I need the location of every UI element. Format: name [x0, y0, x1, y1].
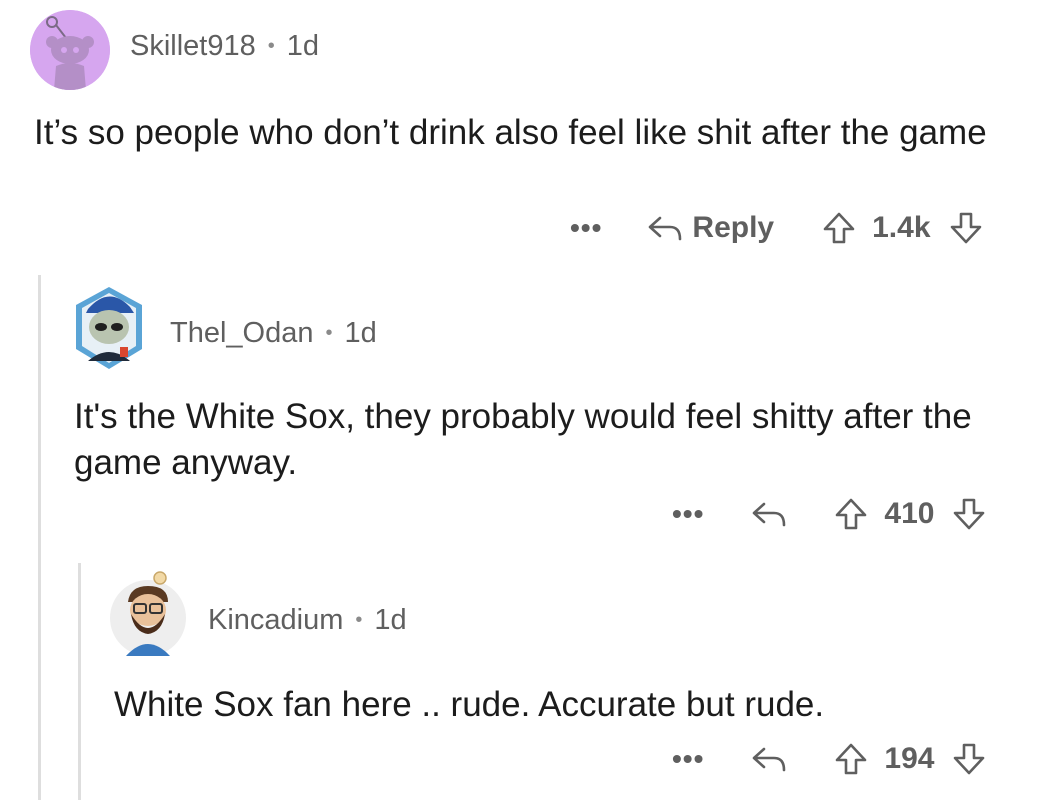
comment-meta: Skillet918 • 1d: [130, 30, 319, 63]
more-options-button[interactable]: •••: [570, 212, 602, 244]
comment-age: 1d: [374, 604, 407, 636]
upvote-arrow-icon[interactable]: [822, 211, 856, 245]
comment-meta: Kincadium • 1d: [208, 604, 407, 637]
reply-label: Reply: [692, 211, 775, 244]
thread-line-level-1[interactable]: [38, 275, 41, 800]
comment-body: It's the White Sox, they probably would …: [74, 397, 972, 482]
meta-separator: •: [267, 35, 275, 57]
more-options-button[interactable]: •••: [672, 498, 704, 530]
upvote-arrow-icon[interactable]: [834, 742, 868, 776]
downvote-arrow-icon[interactable]: [952, 497, 986, 531]
more-options-button[interactable]: •••: [672, 743, 704, 775]
comment-actions: ••• Reply 1.4k: [570, 211, 983, 245]
downvote-arrow-icon[interactable]: [952, 742, 986, 776]
alien-avatar-icon[interactable]: [72, 283, 146, 373]
bearded-avatar-icon[interactable]: [108, 568, 188, 658]
vote-score: 194: [884, 742, 935, 775]
reddit-snoo-avatar-icon[interactable]: [30, 10, 110, 90]
meta-separator: •: [325, 322, 333, 344]
downvote-arrow-icon[interactable]: [949, 211, 983, 245]
comment-body: White Sox fan here .. rude. Accurate but…: [114, 685, 825, 724]
thread-line-level-2[interactable]: [78, 563, 81, 800]
username-link[interactable]: Kincadium: [208, 604, 343, 637]
comment-age: 1d: [286, 30, 320, 62]
reply-button[interactable]: Reply: [646, 211, 774, 245]
username-link[interactable]: Skillet918: [130, 30, 256, 63]
comment-body: It’s so people who don’t drink also feel…: [34, 113, 987, 152]
reply-arrow-icon[interactable]: [750, 499, 788, 529]
comment-age: 1d: [344, 317, 377, 349]
vote-score: 410: [884, 497, 935, 530]
comment-meta: Thel_Odan • 1d: [170, 317, 377, 350]
reply-arrow-icon[interactable]: [750, 744, 788, 774]
comment-actions: ••• 410: [672, 497, 986, 531]
upvote-arrow-icon[interactable]: [834, 497, 868, 531]
username-link[interactable]: Thel_Odan: [170, 317, 314, 350]
reply-arrow-icon: [646, 213, 684, 243]
comment-actions: ••• 194: [672, 742, 986, 776]
meta-separator: •: [355, 609, 363, 631]
vote-score: 1.4k: [872, 211, 931, 244]
